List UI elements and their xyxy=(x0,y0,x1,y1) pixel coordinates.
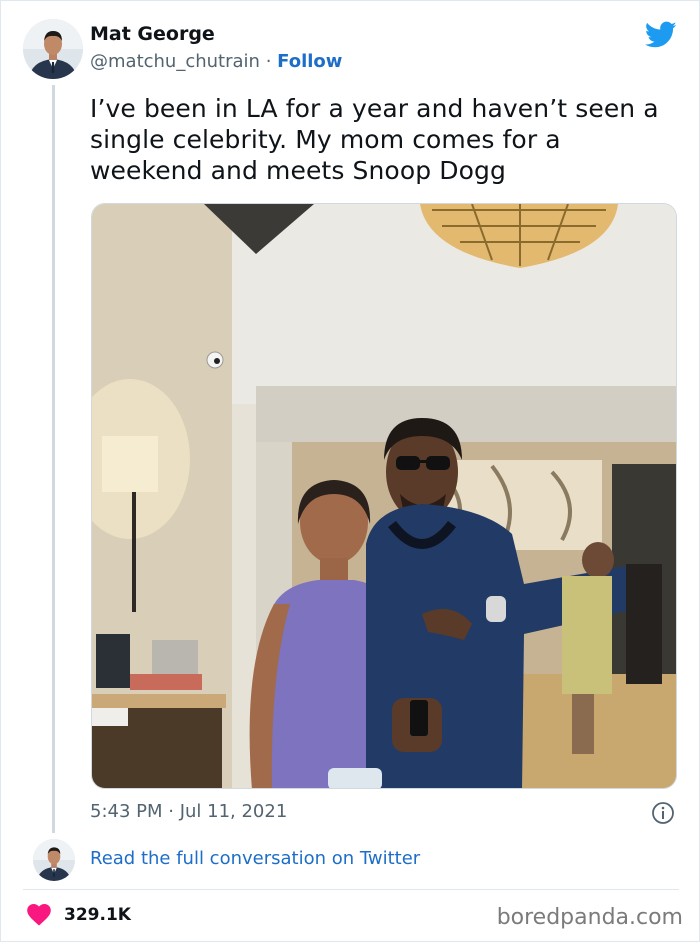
watermark: boredpanda.com xyxy=(496,905,683,930)
conversation-avatar[interactable] xyxy=(33,839,75,881)
meta-separator: · xyxy=(265,51,272,72)
tweet-card: Mat George @matchu_chutrain · Follow I’v… xyxy=(0,0,700,942)
author-avatar[interactable] xyxy=(23,19,83,79)
follow-button[interactable]: Follow xyxy=(277,51,342,72)
twitter-bird-icon[interactable] xyxy=(644,21,677,49)
heart-icon[interactable] xyxy=(27,904,51,926)
like-count[interactable]: 329.1K xyxy=(64,905,131,925)
author-meta: @matchu_chutrain · Follow xyxy=(90,51,342,72)
author-name[interactable]: Mat George xyxy=(90,23,215,45)
author-handle[interactable]: @matchu_chutrain xyxy=(90,51,260,72)
thread-line xyxy=(52,85,55,833)
read-conversation-link[interactable]: Read the full conversation on Twitter xyxy=(90,848,420,869)
tweet-text: I’ve been in LA for a year and haven’t s… xyxy=(90,94,659,185)
info-icon[interactable] xyxy=(651,801,675,825)
tweet-timestamp[interactable]: 5:43 PM · Jul 11, 2021 xyxy=(90,801,287,822)
footer-divider xyxy=(23,889,679,890)
tweet-photo[interactable] xyxy=(91,203,677,789)
